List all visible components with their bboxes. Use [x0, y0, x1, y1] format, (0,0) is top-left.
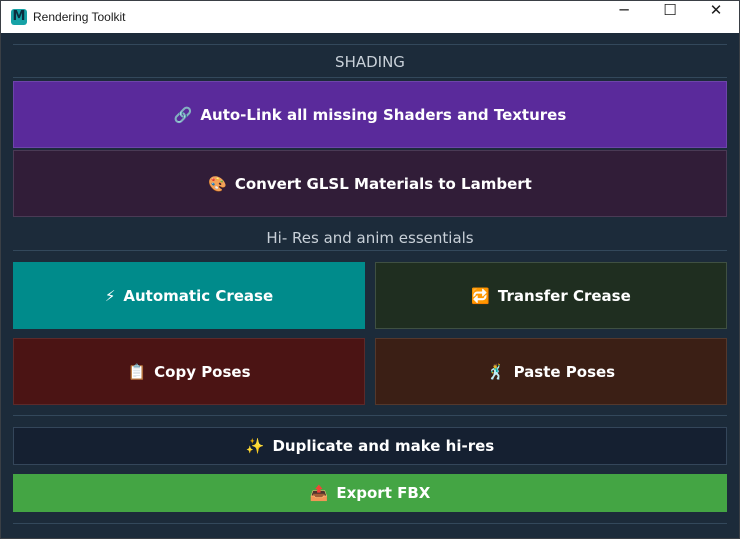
section-label-hires: Hi- Res and anim essentials — [266, 229, 474, 247]
transfer-crease-button[interactable]: 🔁 Transfer Crease — [375, 262, 727, 329]
duplicate-hires-button[interactable]: ✨ Duplicate and make hi-res — [13, 427, 727, 465]
clipboard-icon: 📋 — [127, 362, 147, 381]
convert-glsl-button[interactable]: 🎨 Convert GLSL Materials to Lambert — [13, 150, 727, 217]
divider — [13, 415, 727, 416]
app-logo-icon: M — [11, 9, 27, 25]
link-icon: 🔗 — [173, 105, 193, 124]
section-label-shading: SHADING — [335, 53, 405, 71]
outbox-tray-icon: 📤 — [309, 484, 329, 502]
dancer-icon: 🕺 — [486, 362, 506, 381]
close-button[interactable]: ✕ — [693, 1, 739, 33]
title-bar[interactable]: M Rendering Toolkit ─ ☐ ✕ — [1, 1, 739, 33]
lightning-icon: ⚡ — [104, 286, 116, 305]
divider — [13, 250, 727, 251]
transfer-crease-label: Transfer Crease — [497, 286, 631, 305]
auto-link-shaders-label: Auto-Link all missing Shaders and Textur… — [200, 105, 567, 124]
paste-poses-label: Paste Poses — [513, 362, 616, 381]
duplicate-hires-label: Duplicate and make hi-res — [272, 437, 495, 455]
export-fbx-button[interactable]: 📤 Export FBX — [13, 474, 727, 512]
repeat-icon: 🔁 — [471, 286, 490, 305]
divider — [13, 77, 727, 78]
divider — [13, 523, 727, 524]
window-title: Rendering Toolkit — [33, 10, 126, 24]
palette-icon: 🎨 — [208, 174, 227, 193]
convert-glsl-label: Convert GLSL Materials to Lambert — [234, 174, 532, 193]
copy-poses-button[interactable]: 📋 Copy Poses — [13, 338, 365, 405]
copy-poses-label: Copy Poses — [154, 362, 251, 381]
rendering-toolkit-window: M Rendering Toolkit ─ ☐ ✕ SHADING 🔗 Auto… — [0, 0, 740, 539]
automatic-crease-label: Automatic Crease — [123, 286, 274, 305]
paste-poses-button[interactable]: 🕺 Paste Poses — [375, 338, 727, 405]
auto-link-shaders-button[interactable]: 🔗 Auto-Link all missing Shaders and Text… — [13, 81, 727, 148]
sparkles-icon: ✨ — [245, 437, 265, 455]
automatic-crease-button[interactable]: ⚡ Automatic Crease — [13, 262, 365, 329]
maximize-button[interactable]: ☐ — [647, 1, 693, 33]
divider — [13, 44, 727, 45]
export-fbx-label: Export FBX — [336, 484, 431, 502]
minimize-button[interactable]: ─ — [601, 1, 647, 33]
toolkit-panel: SHADING 🔗 Auto-Link all missing Shaders … — [1, 33, 739, 538]
